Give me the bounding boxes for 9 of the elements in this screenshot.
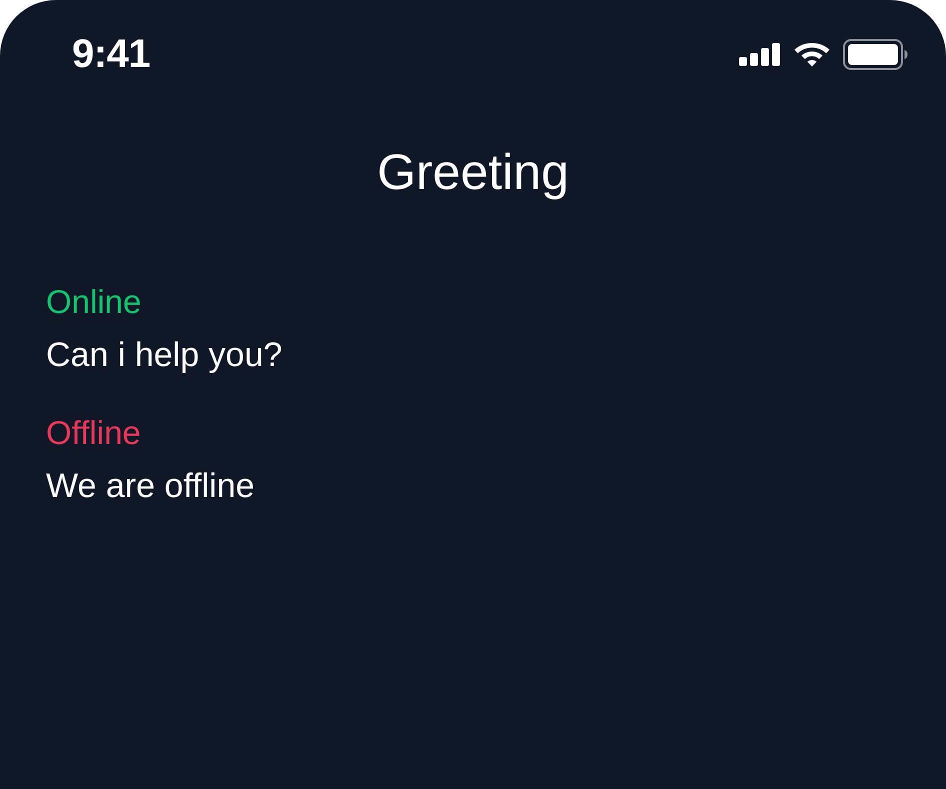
status-label: Online bbox=[46, 282, 142, 322]
screen-title: Greeting bbox=[377, 143, 569, 202]
message-text: Can i help you? bbox=[46, 335, 282, 376]
status-time: 9:41 bbox=[72, 34, 150, 74]
wifi-icon bbox=[793, 40, 831, 68]
status-label: Offline bbox=[46, 413, 141, 453]
battery-icon bbox=[843, 38, 908, 70]
signal-icon bbox=[739, 42, 781, 66]
message-text: We are offline bbox=[46, 466, 255, 507]
